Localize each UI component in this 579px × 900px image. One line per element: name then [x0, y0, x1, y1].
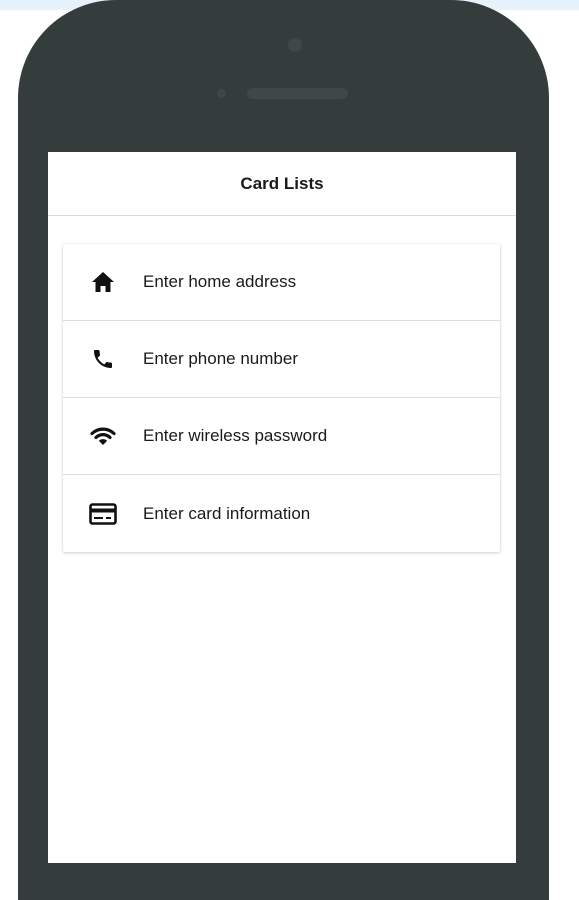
camera-icon — [288, 38, 302, 52]
sensor-icon — [217, 89, 226, 98]
home-icon — [63, 271, 143, 293]
list-item-card-information[interactable]: Enter card information — [63, 475, 500, 552]
phone-icon — [63, 347, 143, 371]
app-screen: Card Lists Enter home address Enter phon… — [48, 152, 516, 863]
list-item-home-address[interactable]: Enter home address — [63, 244, 500, 321]
list-item-wireless-password[interactable]: Enter wireless password — [63, 398, 500, 475]
list-item-label: Enter wireless password — [143, 426, 328, 445]
list-item-label: Enter home address — [143, 272, 297, 291]
list-item-phone-number[interactable]: Enter phone number — [63, 321, 500, 398]
list-item-label: Enter card information — [143, 503, 311, 523]
navigation-bar: Card Lists — [48, 152, 516, 216]
page-title: Card Lists — [240, 173, 324, 193]
wifi-icon — [63, 426, 143, 446]
credit-card-icon — [63, 502, 143, 525]
card-list: Enter home address Enter phone number En… — [63, 244, 500, 552]
speaker-grille — [247, 88, 348, 99]
list-item-label: Enter phone number — [143, 349, 298, 368]
